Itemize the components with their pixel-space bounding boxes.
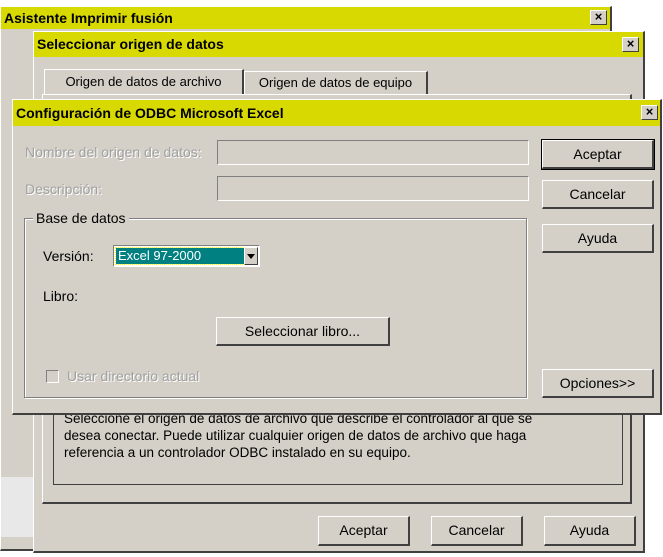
odbc-options-button[interactable]: Opciones>> bbox=[542, 369, 654, 398]
database-group-label: Base de datos bbox=[33, 210, 129, 226]
tab-machine-data-source[interactable]: Origen de datos de equipo bbox=[244, 71, 428, 95]
description-box: Seleccione el origen de datos de archivo… bbox=[53, 403, 623, 485]
odbc-excel-config-dialog: Configuración de ODBC Microsoft Excel × … bbox=[12, 99, 662, 415]
source-name-label: Nombre del origen de datos: bbox=[25, 144, 202, 160]
odbc-cancel-button[interactable]: Cancelar bbox=[542, 180, 654, 209]
select-data-source-close-button[interactable]: × bbox=[622, 37, 639, 52]
chevron-down-icon bbox=[247, 254, 255, 259]
select-source-ok-button[interactable]: Aceptar bbox=[318, 516, 410, 546]
close-icon: × bbox=[626, 36, 635, 51]
merge-wizard-close-button[interactable]: × bbox=[590, 10, 607, 25]
select-data-source-title: Seleccionar origen de datos bbox=[37, 36, 224, 52]
version-select[interactable]: Excel 97-2000 bbox=[113, 245, 260, 267]
merge-wizard-title: Asistente Imprimir fusión bbox=[4, 10, 173, 26]
select-source-cancel-button[interactable]: Cancelar bbox=[431, 516, 523, 546]
select-book-button[interactable]: Seleccionar libro... bbox=[216, 317, 390, 346]
tab-file-data-source[interactable]: Origen de datos de archivo bbox=[44, 69, 244, 95]
version-label: Versión: bbox=[43, 248, 94, 264]
odbc-titlebar[interactable]: Configuración de ODBC Microsoft Excel bbox=[13, 100, 660, 126]
odbc-ok-button[interactable]: Aceptar bbox=[541, 139, 655, 170]
close-icon: × bbox=[594, 9, 603, 24]
book-label: Libro: bbox=[43, 288, 79, 304]
description-label: Descripción: bbox=[25, 181, 103, 197]
odbc-help-button[interactable]: Ayuda bbox=[542, 224, 654, 253]
odbc-title: Configuración de ODBC Microsoft Excel bbox=[16, 105, 284, 121]
select-data-source-titlebar[interactable]: Seleccionar origen de datos bbox=[34, 32, 643, 57]
use-current-directory-label: Usar directorio actual bbox=[67, 368, 200, 384]
dropdown-button[interactable] bbox=[244, 247, 258, 265]
use-current-directory-checkbox[interactable] bbox=[46, 370, 59, 383]
description-text: Seleccione el origen de datos de archivo… bbox=[64, 411, 533, 460]
source-name-input[interactable] bbox=[217, 140, 529, 165]
description-input[interactable] bbox=[217, 176, 529, 201]
select-source-help-button[interactable]: Ayuda bbox=[544, 516, 636, 546]
version-selected-value: Excel 97-2000 bbox=[115, 247, 245, 265]
close-icon: × bbox=[645, 104, 654, 119]
odbc-close-button[interactable]: × bbox=[641, 105, 658, 120]
merge-wizard-titlebar[interactable]: Asistente Imprimir fusión bbox=[1, 7, 610, 29]
